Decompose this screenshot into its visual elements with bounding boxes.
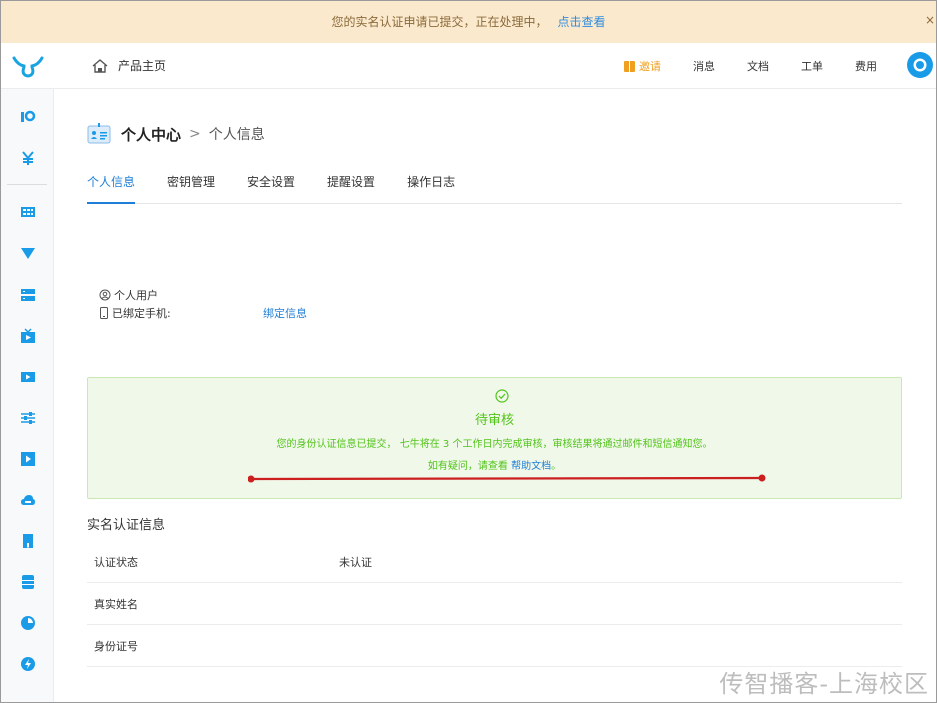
tab-security-settings[interactable]: 安全设置 [247, 172, 295, 204]
nav-invite[interactable]: 邀请 [624, 58, 661, 74]
status-description: 您的身份认证信息已提交， 七牛将在 3 个工作日内完成审核，审核结果将通过邮件和… [276, 439, 713, 450]
profile-summary: 个人用户 已绑定手机: [99, 286, 171, 322]
breadcrumb-current: 个人信息 [208, 127, 265, 143]
row-label: 身份证号 [94, 639, 138, 653]
table-row: 认证状态 未认证 [87, 541, 902, 583]
table-row: 真实姓名 [87, 583, 902, 625]
user-avatar[interactable] [907, 52, 933, 78]
nav-tickets[interactable]: 工单 [801, 58, 823, 74]
bind-info-link[interactable]: 绑定信息 [263, 305, 307, 321]
sidebar-settings-sliders-icon[interactable] [20, 410, 36, 426]
sidebar-media-icon[interactable] [20, 451, 36, 467]
user-type: 个人用户 [114, 289, 158, 302]
phone-label: 已绑定手机: [112, 307, 171, 320]
sidebar-video-icon[interactable] [20, 369, 36, 385]
tab-reminder-settings[interactable]: 提醒设置 [327, 172, 375, 204]
sidebar-server-icon[interactable] [20, 287, 36, 303]
nav-docs[interactable]: 文档 [747, 58, 769, 74]
breadcrumb-separator: > [189, 126, 201, 142]
sidebar-overview-icon[interactable] [20, 109, 36, 125]
help-suffix: 。 [551, 461, 562, 472]
tab-bar: 个人信息 密钥管理 安全设置 提醒设置 操作日志 [87, 172, 902, 204]
verification-section-title: 实名认证信息 [87, 518, 166, 533]
notice-banner: 您的实名认证申请已提交，正在处理中， 点击查看 × [0, 0, 937, 43]
status-help: 如有疑问，请查看 帮助文档。 [88, 457, 901, 472]
qiniu-logo-icon[interactable] [12, 55, 44, 79]
product-home-link[interactable]: 产品主页 [92, 57, 166, 74]
top-nav: 邀请 消息 文档 工单 费用 [592, 43, 877, 89]
sidebar-storage-icon[interactable] [20, 204, 36, 220]
row-label: 真实姓名 [94, 597, 138, 611]
sidebar-divider [7, 184, 47, 185]
verification-status-box: 待审核 您的身份认证信息已提交， 七牛将在 3 个工作日内完成审核，审核结果将通… [87, 377, 902, 499]
gift-icon [624, 60, 635, 72]
sidebar-billing-icon[interactable] [20, 150, 36, 166]
check-circle-icon [495, 389, 509, 403]
user-icon [913, 58, 927, 72]
notice-view-link[interactable]: 点击查看 [558, 13, 606, 30]
tab-key-management[interactable]: 密钥管理 [167, 172, 215, 204]
id-card-icon [87, 123, 111, 144]
nav-invite-label: 邀请 [639, 60, 661, 73]
user-circle-icon [99, 289, 111, 301]
sidebar-analytics-icon[interactable] [20, 615, 36, 631]
product-home-label: 产品主页 [118, 59, 167, 73]
nav-billing[interactable]: 费用 [855, 58, 877, 74]
sidebar-bookmark-icon[interactable] [20, 533, 36, 549]
tab-operation-log[interactable]: 操作日志 [407, 172, 455, 204]
home-icon [92, 58, 108, 73]
watermark: 传智播客-上海校区 [719, 670, 929, 698]
row-label: 认证状态 [94, 555, 138, 569]
user-type-row: 个人用户 [99, 286, 171, 304]
phone-icon [100, 307, 108, 319]
nav-messages[interactable]: 消息 [693, 58, 715, 74]
tab-personal-info[interactable]: 个人信息 [87, 172, 136, 204]
sidebar-cdn-icon[interactable] [20, 245, 36, 261]
phone-row: 已绑定手机: [99, 304, 171, 322]
page-title[interactable]: 个人中心 [121, 124, 181, 145]
breadcrumb: 个人中心 > 个人信息 [87, 123, 265, 145]
sidebar-cloud-icon[interactable] [20, 492, 36, 508]
sidebar-database-icon[interactable] [20, 574, 36, 590]
table-row: 身份证号 [87, 625, 902, 667]
sidebar [0, 89, 54, 703]
top-bar: 产品主页 邀请 消息 文档 工单 费用 [0, 43, 937, 89]
verification-info-table: 认证状态 未认证 真实姓名 身份证号 [87, 541, 902, 667]
red-underline-annotation [248, 474, 766, 483]
notice-message: 您的实名认证申请已提交，正在处理中， [331, 15, 548, 29]
status-heading: 待审核 [474, 413, 514, 428]
row-value: 未认证 [339, 555, 372, 569]
help-prefix: 如有疑问，请查看 [427, 461, 512, 472]
sidebar-live-icon[interactable] [20, 328, 36, 344]
notice-close-button[interactable]: × [925, 13, 935, 27]
sidebar-speed-icon[interactable] [20, 656, 36, 672]
help-docs-link[interactable]: 帮助文档 [511, 461, 551, 472]
